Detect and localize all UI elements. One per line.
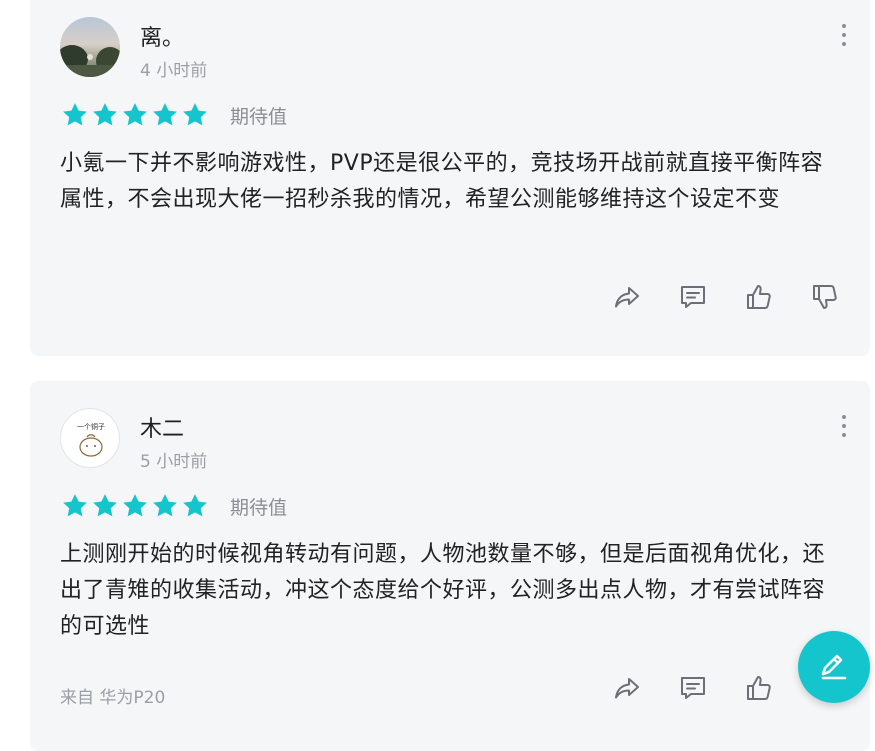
star-icon <box>153 103 177 126</box>
star-icon <box>183 103 207 126</box>
review-text: 上测刚开始的时候视角转动有问题，人物池数量不够，但是后面视角优化，还出了青雉的收… <box>60 542 826 639</box>
username[interactable]: 离。 <box>140 20 184 52</box>
thumbs-up-icon[interactable] <box>744 282 774 312</box>
more-options-icon[interactable] <box>840 413 848 439</box>
thumbs-down-icon[interactable] <box>810 282 840 312</box>
star-rating: 期待值 <box>60 100 287 130</box>
thumbs-up-icon[interactable] <box>744 673 774 703</box>
avatar[interactable]: 一个铜子 <box>60 408 120 468</box>
star-icon <box>93 494 117 517</box>
comment-icon[interactable] <box>678 673 708 703</box>
star-rating: 期待值 <box>60 491 287 521</box>
rating-label: 期待值 <box>230 496 288 519</box>
star-icon <box>63 494 87 517</box>
review-text: 小氪一下并不影响游戏性，PVP还是很公平的，竞技场开战前就直接平衡阵容属性，不会… <box>60 151 824 212</box>
star-icon <box>93 103 117 126</box>
avatar[interactable] <box>60 17 120 77</box>
star-icon <box>63 103 87 126</box>
post-time: 5 小时前 <box>140 452 208 472</box>
star-icon <box>123 103 147 126</box>
review-card: 离。 4 小时前 期待值 小氪一下并不影响游戏性，PVP还是很公平的，竞技场开战… <box>30 0 870 356</box>
rating-label: 期待值 <box>230 105 288 128</box>
more-options-icon[interactable] <box>840 22 848 48</box>
device-source: 来自 华为P20 <box>60 688 166 708</box>
review-actions <box>612 282 840 312</box>
post-time: 4 小时前 <box>140 61 208 81</box>
star-icon <box>183 494 207 517</box>
share-icon[interactable] <box>612 282 642 312</box>
write-review-button[interactable] <box>798 631 870 703</box>
username[interactable]: 木二 <box>140 411 184 443</box>
star-icon <box>123 494 147 517</box>
comment-icon[interactable] <box>678 282 708 312</box>
review-card: 一个铜子 木二 5 小时前 期待值 上测刚开始的时候视角转动有问题，人物池数量不… <box>30 381 870 751</box>
edit-pen-icon <box>821 654 847 680</box>
avatar-logo-text: 一个铜子 <box>77 422 105 431</box>
share-icon[interactable] <box>612 673 642 703</box>
star-icon <box>153 494 177 517</box>
